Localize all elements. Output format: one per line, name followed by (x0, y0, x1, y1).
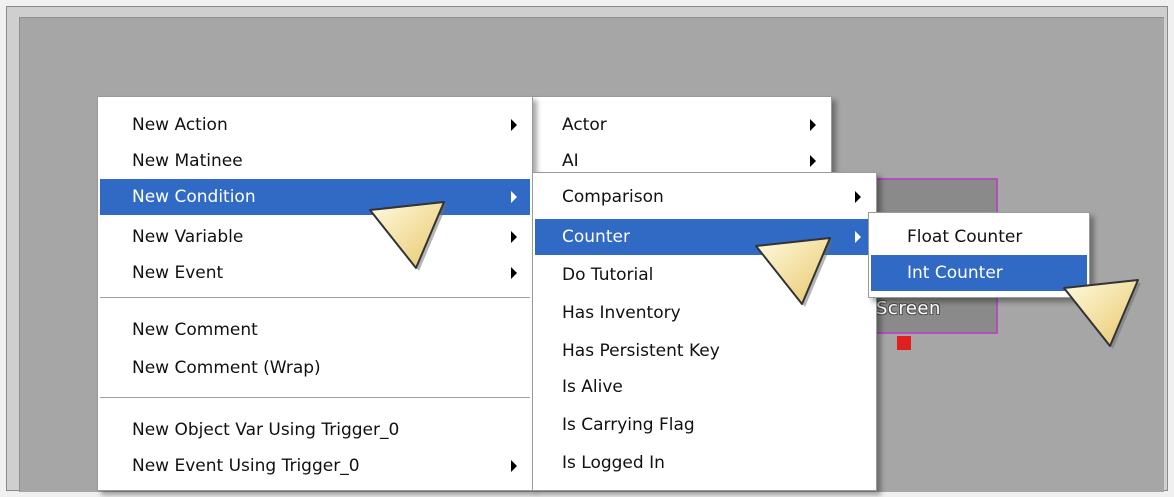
menu-item-new-event[interactable]: New Event (100, 255, 530, 291)
menu-item-label: New Matinee (132, 151, 243, 171)
menu-item-label: New Comment (132, 320, 258, 340)
node-output-port[interactable] (897, 336, 911, 350)
menu-item-int-counter[interactable]: Int Counter (871, 255, 1087, 291)
menu-item-new-condition[interactable]: New Condition (100, 179, 530, 215)
menu-item-label: New Event Using Trigger_0 (132, 456, 360, 476)
submenu-arrow-icon (511, 119, 517, 131)
submenu-arrow-icon (511, 267, 517, 279)
counter-submenu: Float Counter Int Counter (868, 212, 1090, 298)
menu-item-is-carrying-flag[interactable]: Is Carrying Flag (535, 407, 874, 443)
menu-item-actor[interactable]: Actor (535, 107, 829, 143)
menu-item-label: Is Alive (562, 377, 623, 397)
menu-item-label: New Object Var Using Trigger_0 (132, 420, 400, 440)
menu-item-do-tutorial[interactable]: Do Tutorial (535, 257, 874, 293)
context-menu: New Action New Matinee New Condition New… (97, 96, 533, 491)
submenu-arrow-icon (810, 119, 816, 131)
menu-item-label: New Comment (Wrap) (132, 358, 321, 378)
menu-item-new-action[interactable]: New Action (100, 107, 530, 143)
menu-item-label: Has Persistent Key (562, 341, 720, 361)
submenu-arrow-icon (511, 231, 517, 243)
menu-item-label: New Variable (132, 227, 244, 247)
menu-item-label: Has Inventory (562, 303, 681, 323)
menu-item-label: Int Counter (907, 263, 1003, 283)
menu-item-label: Is Logged In (562, 453, 665, 473)
menu-item-new-matinee[interactable]: New Matinee (100, 143, 530, 179)
node-label: Screen (876, 298, 941, 319)
menu-item-label: New Event (132, 263, 224, 283)
submenu-arrow-icon (855, 231, 861, 243)
menu-item-label: Actor (562, 115, 607, 135)
menu-item-label: Is Carrying Flag (562, 415, 695, 435)
submenu-arrow-icon (810, 155, 816, 167)
menu-item-has-inventory[interactable]: Has Inventory (535, 295, 874, 331)
menu-item-label: New Condition (132, 187, 256, 207)
submenu-arrow-icon (511, 460, 517, 472)
menu-item-new-comment[interactable]: New Comment (100, 312, 530, 348)
menu-item-label: New Action (132, 115, 228, 135)
submenu-arrow-icon (511, 191, 517, 203)
menu-item-new-comment-wrap[interactable]: New Comment (Wrap) (100, 350, 530, 386)
menu-item-is-logged-in[interactable]: Is Logged In (535, 445, 874, 481)
menu-item-counter[interactable]: Counter (535, 219, 874, 255)
menu-item-new-event-using-trigger[interactable]: New Event Using Trigger_0 (100, 448, 530, 484)
menu-separator (100, 397, 530, 399)
menu-item-has-persistent-key[interactable]: Has Persistent Key (535, 333, 874, 369)
menu-item-label: Counter (562, 227, 630, 247)
menu-item-label: Float Counter (907, 227, 1023, 247)
menu-item-is-alive[interactable]: Is Alive (535, 369, 874, 405)
menu-item-float-counter[interactable]: Float Counter (871, 219, 1087, 255)
menu-item-new-object-var-using-trigger[interactable]: New Object Var Using Trigger_0 (100, 412, 530, 448)
menu-item-label: Do Tutorial (562, 265, 654, 285)
menu-item-comparison[interactable]: Comparison (535, 179, 874, 215)
menu-item-label: Comparison (562, 187, 664, 207)
menu-item-new-variable[interactable]: New Variable (100, 219, 530, 255)
submenu-arrow-icon (855, 191, 861, 203)
condition-submenu: Comparison Counter Do Tutorial Has Inven… (532, 172, 877, 491)
menu-separator (100, 297, 530, 299)
